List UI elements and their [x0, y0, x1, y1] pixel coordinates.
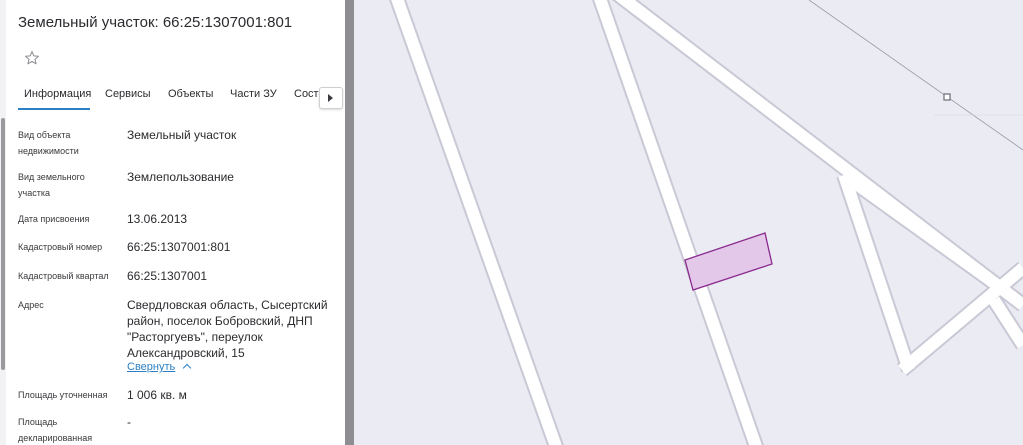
field-value-address: Свердловская область, Сысертский район, …: [127, 298, 328, 360]
field-value-cadastral-quarter: 66:25:1307001: [127, 269, 208, 283]
map-vertex-marker[interactable]: [943, 93, 951, 101]
field-label-assign-date: Дата присвоения: [18, 214, 90, 224]
tab-information[interactable]: Информация: [24, 88, 91, 100]
field-label-area-specified: Площадь уточненная: [18, 390, 108, 400]
active-tab-indicator: [18, 108, 90, 110]
tab-bar: Информация Сервисы Объекты Части ЗУ Сост…: [6, 84, 345, 110]
chevron-right-icon: [328, 94, 333, 102]
field-label-parcel-type: Вид земельного участка: [18, 172, 85, 198]
field-value-area-declared: -: [127, 415, 131, 429]
selected-parcel[interactable]: [684, 232, 773, 291]
field-value-parcel-type: Землепользование: [127, 170, 234, 184]
cadastral-map-app: Земельный участок: 66:25:1307001:801 Инф…: [0, 0, 1023, 445]
panel-scrollbar[interactable]: [345, 0, 354, 445]
field-label-cadastral-number: Кадастровый номер: [18, 242, 103, 252]
field-label-cadastral-quarter: Кадастровый квартал: [18, 271, 109, 281]
field-value-area-specified: 1 006 кв. м: [127, 388, 187, 402]
field-value-assign-date: 13.06.2013: [127, 212, 188, 226]
field-value-cadastral-number: 66:25:1307001:801: [127, 240, 231, 254]
field-label-object-type: Вид объекта недвижимости: [18, 130, 79, 156]
boundary-line: [808, 0, 1023, 151]
page-title: Земельный участок: 66:25:1307001:801: [18, 14, 293, 31]
tab-services[interactable]: Сервисы: [105, 88, 151, 100]
tab-objects[interactable]: Объекты: [168, 88, 213, 100]
roads: [391, 0, 1023, 445]
field-value-object-type: Земельный участок: [127, 128, 237, 142]
collapse-label: Свернуть: [127, 361, 176, 373]
map-canvas[interactable]: [354, 0, 1023, 445]
chevron-up-icon: [183, 363, 192, 373]
tab-scroll-right-button[interactable]: [319, 87, 343, 109]
field-label-area-declared: Площадь декларированная: [18, 417, 93, 443]
star-outline-icon[interactable]: [23, 49, 41, 67]
collapse-link[interactable]: Свернуть: [127, 361, 192, 373]
info-panel: Земельный участок: 66:25:1307001:801 Инф…: [6, 0, 345, 445]
gutter-scroll-thumb[interactable]: [1, 118, 5, 370]
tab-land-parts[interactable]: Части ЗУ: [230, 88, 277, 100]
map-view[interactable]: [354, 0, 1023, 445]
field-label-address: Адрес: [18, 300, 44, 310]
